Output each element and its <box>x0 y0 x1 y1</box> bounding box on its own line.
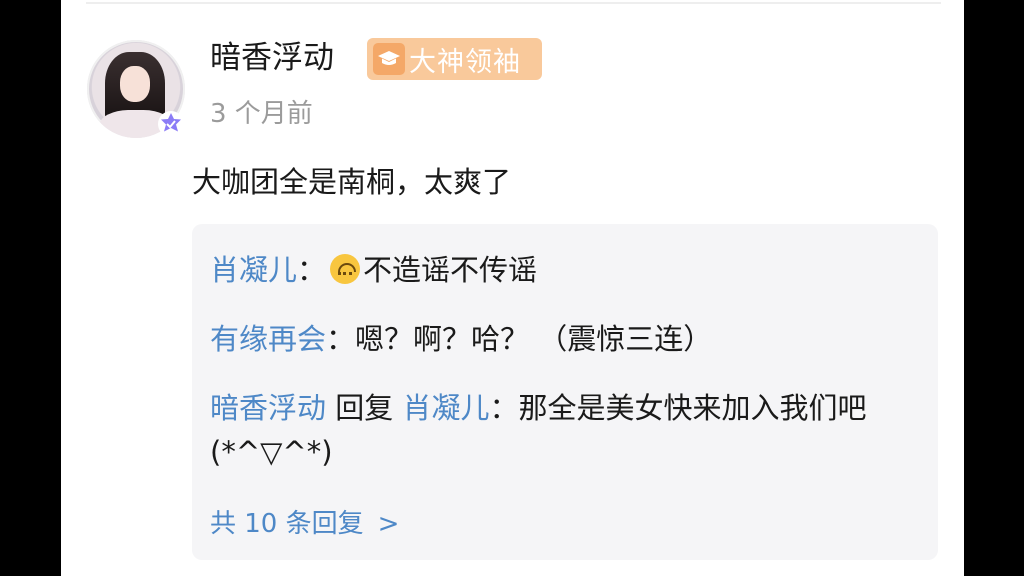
divider <box>86 2 941 4</box>
badge-label: 大神领袖 <box>409 46 521 78</box>
comment-username[interactable]: 暗香浮动 <box>210 38 334 78</box>
more-replies-label: 共 10 条回复 <box>210 509 364 539</box>
chevron-right-icon: > <box>377 509 400 539</box>
reply-item[interactable]: 肖凝儿： 不造谣不传谣 <box>210 248 910 292</box>
avatar-face <box>120 66 150 102</box>
reply-target[interactable]: 肖凝儿 <box>402 391 489 425</box>
reply-item[interactable]: 暗香浮动 回复 肖凝儿：那全是美女快来加入我们吧(*^▽^*) <box>210 386 910 474</box>
comment-content: 大咖团全是南桐，太爽了 <box>192 165 512 199</box>
reply-separator: ： <box>326 322 356 356</box>
user-level-badge[interactable]: 大神领袖 <box>367 38 542 80</box>
upside-down-face-icon <box>330 254 361 284</box>
verified-star-icon <box>158 111 184 137</box>
reply-text: 不造谣不传谣 <box>363 253 538 287</box>
reply-box[interactable]: 肖凝儿： 不造谣不传谣 有缘再会：嗯？啊？哈？ （震惊三连） 暗香浮动 回复 肖凝… <box>192 224 938 560</box>
comment-timestamp: 3 个月前 <box>210 99 313 129</box>
reply-word: 回复 <box>326 391 403 425</box>
reply-separator: ： <box>489 391 519 425</box>
reply-text: 嗯？啊？哈？ （震惊三连） <box>355 322 713 356</box>
graduation-cap-icon <box>373 43 405 75</box>
reply-separator: ： <box>297 253 327 287</box>
reply-item[interactable]: 有缘再会：嗯？啊？哈？ （震惊三连） <box>210 317 910 361</box>
reply-author[interactable]: 暗香浮动 <box>210 391 326 425</box>
more-replies-link[interactable]: 共 10 条回复 > <box>210 506 399 542</box>
reply-author[interactable]: 肖凝儿 <box>210 253 297 287</box>
reply-author[interactable]: 有缘再会 <box>210 322 326 356</box>
comment-panel: 暗香浮动 大神领袖 3 个月前 大咖团全是南桐，太爽了 肖凝儿： 不造谣不传谣 有… <box>61 0 964 576</box>
